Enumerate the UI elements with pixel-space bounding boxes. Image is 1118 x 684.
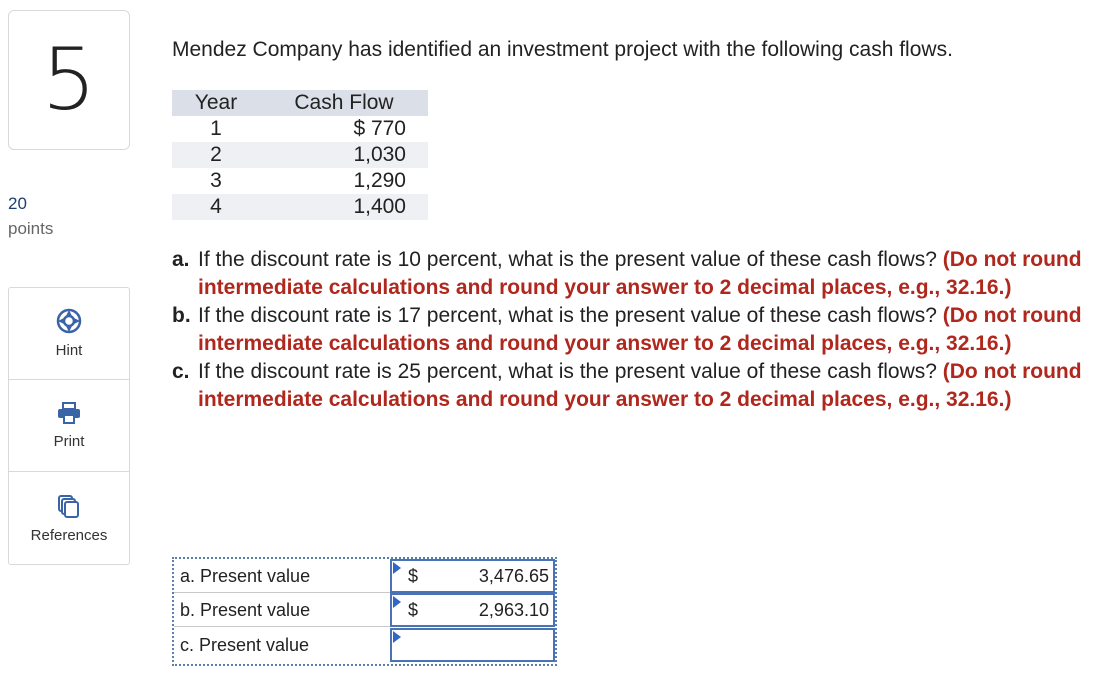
answer-value: 2,963.10 — [478, 599, 549, 620]
year-cell: 1 — [172, 116, 260, 142]
points-label: points — [8, 219, 54, 238]
field-marker-icon — [393, 596, 401, 608]
table-row: 3 1,290 — [172, 168, 428, 194]
cash-flow-cell: $ 770 — [260, 116, 428, 142]
cash-flow-table: Year Cash Flow 1 $ 770 2 1,030 3 1,290 4… — [172, 90, 428, 220]
answer-row-a: a. Present value $ 3,476.65 — [174, 559, 555, 593]
answer-row-b: b. Present value $ 2,963.10 — [174, 593, 555, 627]
tools-panel: Hint Print References — [8, 287, 130, 565]
part-c: c. If the discount rate is 25 percent, w… — [172, 358, 1108, 414]
answer-row-c: c. Present value — [174, 628, 555, 662]
print-label: Print — [53, 433, 85, 450]
year-cell: 2 — [172, 142, 260, 168]
part-b: b. If the discount rate is 17 percent, w… — [172, 302, 1108, 358]
table-row: 4 1,400 — [172, 194, 428, 220]
question-number: 5 — [8, 10, 130, 150]
present-value-b-input[interactable]: $ 2,963.10 — [390, 593, 555, 627]
part-text: If the discount rate is 25 percent, what… — [198, 358, 1108, 414]
answer-label: a. Present value — [174, 559, 390, 593]
year-cell: 3 — [172, 168, 260, 194]
answer-label: c. Present value — [180, 635, 310, 655]
answer-label: b. Present value — [174, 593, 390, 627]
field-marker-icon — [393, 631, 401, 643]
cash-flow-cell: 1,030 — [260, 142, 428, 168]
cash-flow-cell: 1,290 — [260, 168, 428, 194]
answer-grid: a. Present value $ 3,476.65 b. Present v… — [172, 557, 557, 666]
part-question: If the discount rate is 10 percent, what… — [198, 248, 943, 271]
table-row: 2 1,030 — [172, 142, 428, 168]
part-label: a. — [172, 248, 190, 271]
header-cash-flow: Cash Flow — [260, 90, 428, 116]
year-cell: 4 — [172, 194, 260, 220]
present-value-a-input[interactable]: $ 3,476.65 — [390, 559, 555, 593]
table-header-row: Year Cash Flow — [172, 90, 428, 116]
table-row: 1 $ 770 — [172, 116, 428, 142]
documents-icon — [58, 494, 79, 518]
points-value: 20 — [8, 194, 27, 213]
cash-flow-cell: 1,400 — [260, 194, 428, 220]
answer-value: 3,476.65 — [478, 565, 549, 586]
header-year: Year — [172, 90, 260, 116]
references-label: References — [30, 526, 108, 544]
question-parts: a. If the discount rate is 10 percent, w… — [172, 246, 1108, 414]
part-question: If the discount rate is 25 percent, what… — [198, 360, 943, 383]
problem-intro: Mendez Company has identified an investm… — [172, 38, 953, 61]
lifebuoy-icon — [56, 308, 82, 334]
part-text: If the discount rate is 17 percent, what… — [198, 302, 1108, 358]
field-marker-icon — [393, 562, 401, 574]
part-label: b. — [172, 304, 191, 327]
part-a: a. If the discount rate is 10 percent, w… — [172, 246, 1108, 302]
present-value-c-input[interactable] — [390, 628, 555, 662]
references-button[interactable]: References — [9, 472, 129, 564]
part-label: c. — [172, 360, 190, 383]
part-text: If the discount rate is 10 percent, what… — [198, 246, 1108, 302]
printer-icon — [58, 402, 80, 424]
part-question: If the discount rate is 17 percent, what… — [198, 304, 943, 327]
print-button[interactable]: Print — [9, 380, 129, 472]
hint-button[interactable]: Hint — [9, 288, 129, 380]
hint-label: Hint — [55, 342, 83, 359]
